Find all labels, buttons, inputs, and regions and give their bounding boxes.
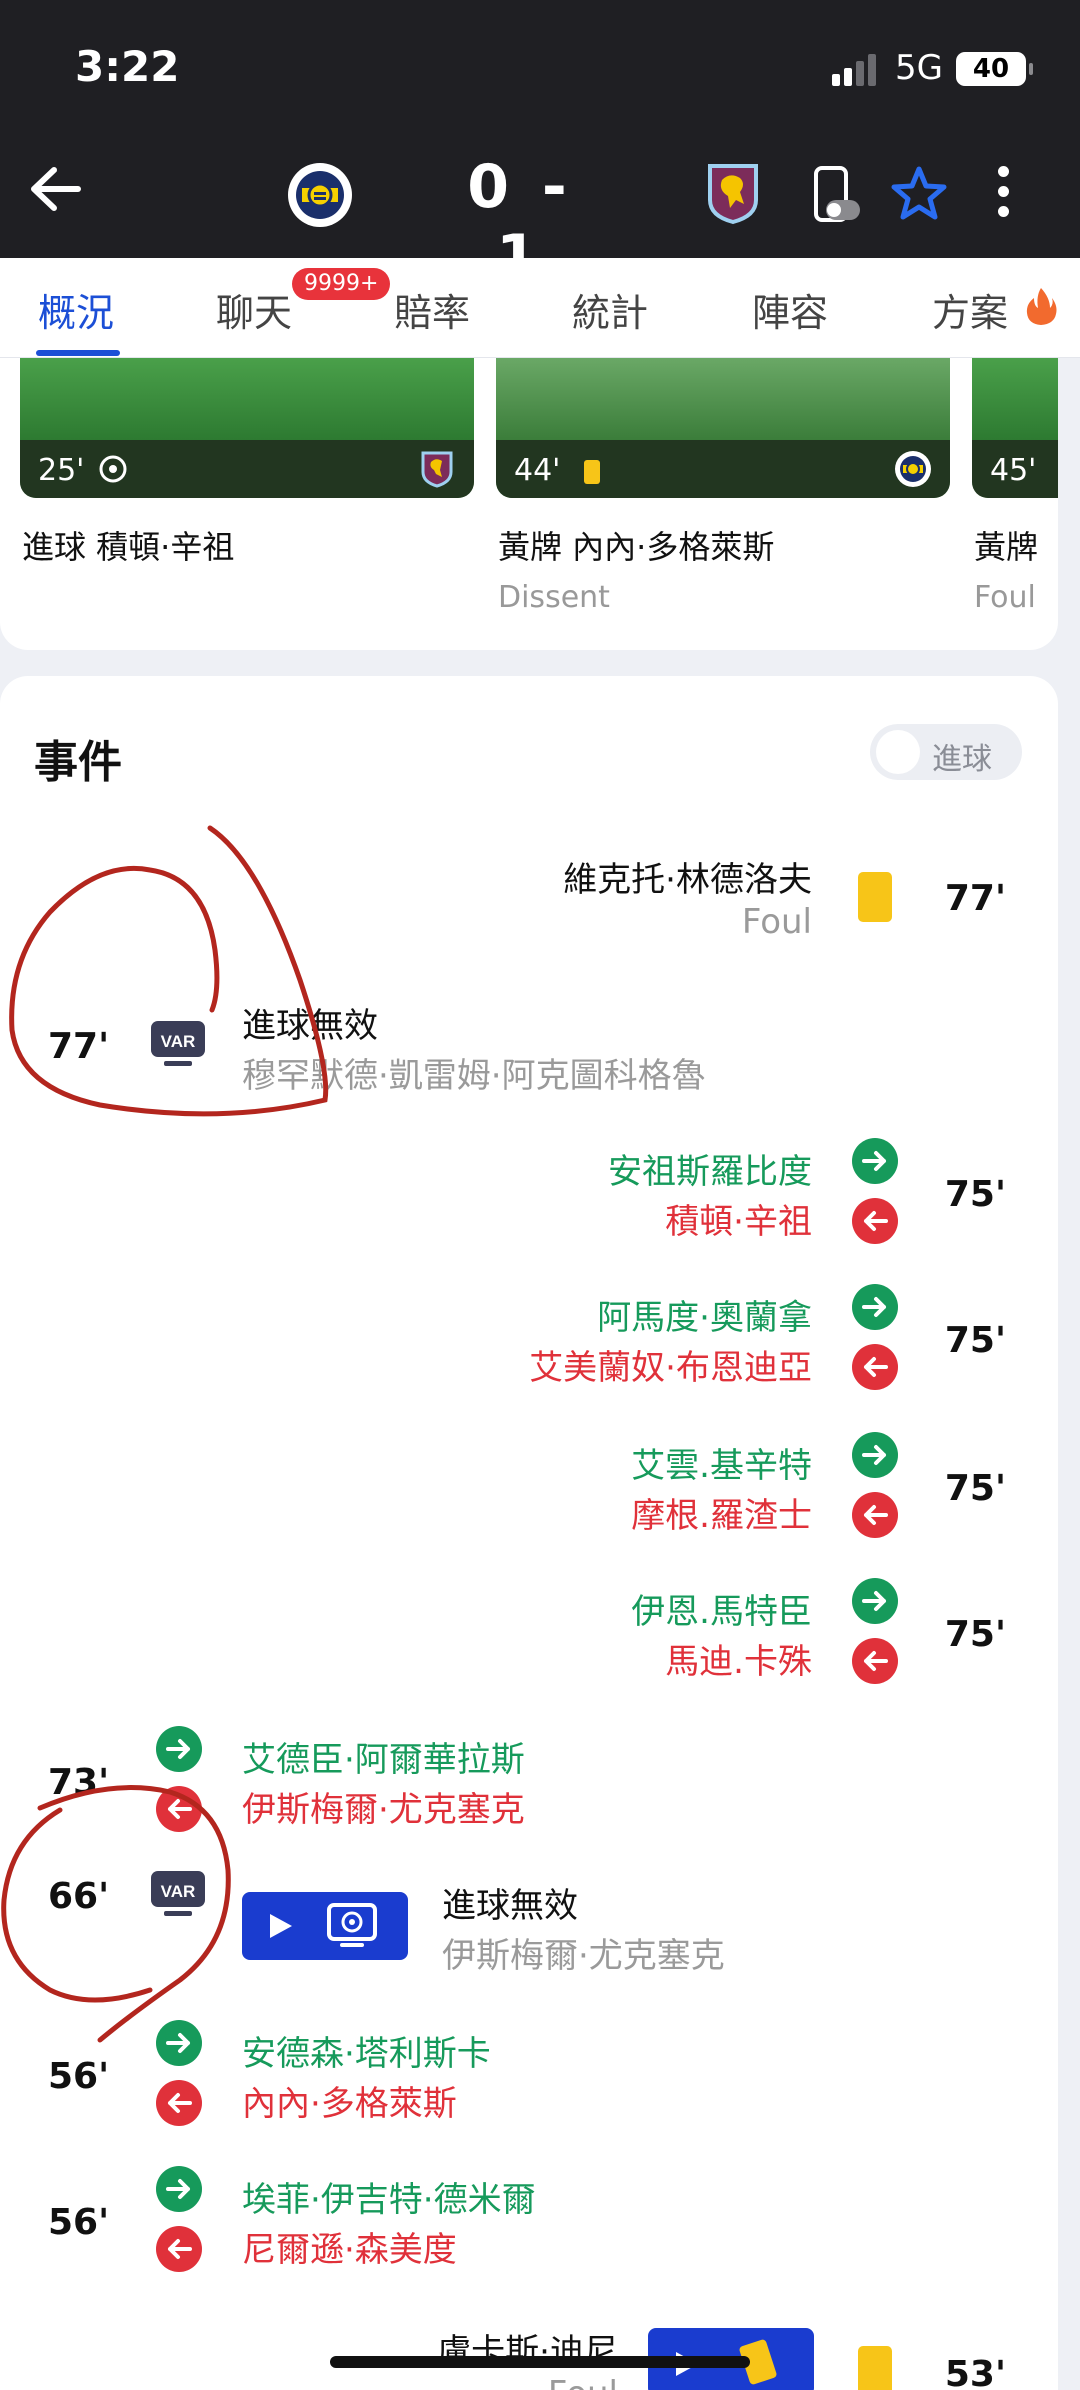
event-detail: Foul — [548, 2374, 618, 2390]
fire-icon — [1026, 288, 1057, 325]
highlight-subtitle: Dissent — [498, 580, 610, 615]
sub-out-icon — [852, 1492, 898, 1538]
event-minute: 53' — [944, 2354, 1006, 2390]
sub-out-player: 尼爾遜·森美度 — [242, 2230, 457, 2270]
event-minute: 75' — [944, 1468, 1006, 1509]
var-icon: VAR — [151, 1871, 205, 1916]
event-minute: 56' — [48, 2202, 110, 2243]
tab-chat[interactable]: 聊天 — [216, 282, 292, 337]
var-video-button[interactable] — [242, 1892, 408, 1960]
sub-in-player: 安德森·塔利斯卡 — [242, 2034, 491, 2074]
event-minute: 75' — [944, 1320, 1006, 1361]
sub-in-player: 安祖斯羅比度 — [608, 1152, 812, 1192]
event-minute: 77' — [944, 878, 1006, 919]
sub-in-icon — [852, 1138, 898, 1184]
sub-out-icon — [156, 1786, 202, 1832]
tab-bar: 概況 聊天 9999+ 賠率 統計 陣容 方案 — [0, 258, 1080, 358]
sub-in-icon — [156, 1726, 202, 1772]
sub-in-player: 阿馬度·奧蘭拿 — [597, 1298, 812, 1338]
event-player: 維克托·林德洛夫 — [563, 860, 812, 900]
more-menu-icon[interactable] — [992, 166, 1014, 224]
yellow-card-icon — [858, 2346, 892, 2390]
event-minute: 75' — [944, 1614, 1006, 1655]
events-card: 事件 進球 維克托·林德洛夫 Foul 77' 77' VAR 進球無效 穆罕默… — [0, 676, 1058, 2390]
sub-out-player: 艾美蘭奴·布恩迪亞 — [529, 1348, 812, 1388]
yellow-card-icon — [858, 872, 892, 922]
highlight-title: 黃牌 — [974, 528, 1039, 566]
event-minute: 56' — [48, 2056, 110, 2097]
sub-out-player: 馬迪.卡殊 — [665, 1642, 812, 1682]
goals-toggle-label: 進球 — [932, 742, 992, 777]
home-indicator — [330, 2356, 750, 2368]
network-type: 5G — [895, 48, 943, 88]
battery-icon: 40 — [956, 52, 1033, 86]
chat-count-badge: 9999+ — [292, 268, 391, 300]
replay-screen-icon — [327, 1903, 377, 1947]
sub-in-icon — [852, 1432, 898, 1478]
sub-in-icon — [156, 2166, 202, 2212]
highlight-video-thumb[interactable]: 45' — [972, 358, 1058, 498]
sub-in-icon — [852, 1284, 898, 1330]
sub-in-player: 埃菲·伊吉特·德米爾 — [242, 2180, 536, 2220]
sub-out-icon — [156, 2226, 202, 2272]
ball-icon — [99, 455, 127, 483]
sub-out-icon — [852, 1638, 898, 1684]
event-minute: 73' — [48, 1762, 110, 1803]
sub-in-player: 伊恩.馬特臣 — [631, 1592, 812, 1632]
tab-overview[interactable]: 概況 — [38, 282, 114, 337]
highlight-title: 黃牌 內內·多格萊斯 — [498, 528, 775, 566]
event-minute: 77' — [48, 1026, 110, 1067]
highlight-minute: 44' — [514, 453, 561, 488]
fenerbahce-crest-icon[interactable] — [287, 162, 353, 228]
svg-text:VAR: VAR — [161, 1882, 196, 1901]
highlight-title: 進球 積頓·辛祖 — [22, 528, 235, 566]
tab-lineup[interactable]: 陣容 — [752, 282, 828, 337]
event-title: 進球無效 — [442, 1886, 578, 1926]
highlight-minute: 25' — [38, 453, 85, 488]
sub-out-player: 積頓·辛祖 — [665, 1202, 812, 1242]
highlights-carousel: 25' 44' 45' 進球 積頓·辛祖 黃牌 內內·多格萊斯 Dissent … — [0, 358, 1058, 650]
active-tab-indicator — [36, 350, 120, 356]
event-minute: 66' — [48, 1876, 110, 1917]
goals-only-toggle[interactable]: 進球 — [870, 724, 1022, 780]
signal-icon — [832, 54, 878, 86]
sub-in-player: 艾德臣·阿爾華拉斯 — [242, 1740, 525, 1780]
event-title: 進球無效 — [242, 1006, 378, 1046]
events-title: 事件 — [34, 737, 122, 788]
back-arrow-icon[interactable] — [22, 158, 84, 220]
highlight-minute: 45' — [990, 453, 1037, 488]
sub-out-icon — [156, 2080, 202, 2126]
sub-in-icon — [156, 2020, 202, 2066]
sub-in-icon — [852, 1578, 898, 1624]
tab-stats[interactable]: 統計 — [572, 282, 648, 337]
match-header: 3:22 5G 40 0 - 1 — [0, 0, 1080, 292]
fenerbahce-crest-icon — [895, 451, 931, 487]
event-detail: 穆罕默德·凱雷姆·阿克圖科格魯 — [242, 1056, 706, 1096]
play-icon — [270, 1914, 292, 1938]
aston-villa-crest-icon — [421, 451, 453, 488]
event-detail: 伊斯梅爾·尤克塞克 — [442, 1936, 725, 1976]
svg-text:VAR: VAR — [161, 1032, 196, 1051]
highlight-video-thumb[interactable]: 25' — [20, 358, 474, 498]
sub-out-player: 伊斯梅爾·尤克塞克 — [242, 1790, 525, 1830]
favorite-star-icon[interactable] — [890, 165, 948, 223]
highlight-subtitle: Foul — [974, 580, 1036, 615]
sub-out-player: 內內·多格萊斯 — [242, 2084, 457, 2124]
sub-out-icon — [852, 1344, 898, 1390]
yellow-card-icon — [584, 460, 600, 484]
aston-villa-crest-icon[interactable] — [700, 160, 766, 226]
var-icon: VAR — [151, 1021, 205, 1066]
event-minute: 75' — [944, 1174, 1006, 1215]
highlight-video-thumb[interactable]: 44' — [496, 358, 950, 498]
tab-odds[interactable]: 賠率 — [394, 282, 470, 337]
phone-layout-icon[interactable] — [810, 164, 862, 226]
tab-tips[interactable]: 方案 — [932, 282, 1008, 337]
sub-out-icon — [852, 1198, 898, 1244]
sub-in-player: 艾雲.基辛特 — [631, 1446, 812, 1486]
sub-out-player: 摩根.羅渣士 — [631, 1496, 812, 1536]
status-time: 3:22 — [75, 42, 180, 91]
event-detail: Foul — [741, 902, 812, 942]
